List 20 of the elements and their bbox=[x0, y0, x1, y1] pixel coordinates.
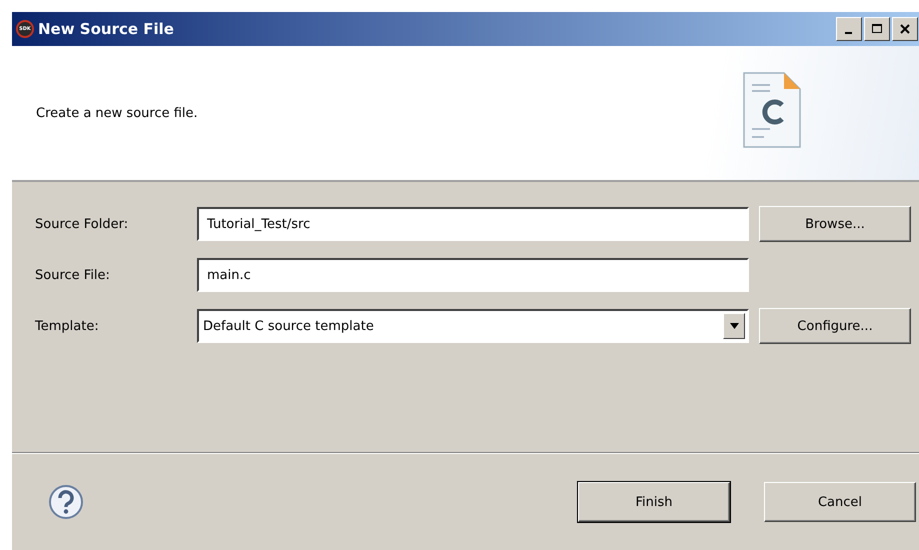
dialog-button[interactable]: Finish bbox=[578, 482, 730, 522]
input-field[interactable]: main.c bbox=[197, 258, 749, 292]
header-message: Create a new source file. bbox=[36, 106, 199, 120]
close-icon[interactable] bbox=[899, 23, 911, 35]
input-field[interactable]: Tutorial_Test/src bbox=[197, 207, 749, 241]
close-button[interactable] bbox=[892, 17, 918, 41]
maximize-button[interactable] bbox=[864, 17, 890, 41]
window-title: New Source File bbox=[38, 20, 175, 38]
help-icon[interactable] bbox=[48, 484, 84, 520]
field-button[interactable]: Configure... bbox=[759, 308, 911, 344]
minimize-button[interactable] bbox=[836, 17, 862, 41]
dropdown-arrow-icon[interactable] bbox=[730, 323, 738, 329]
field-label: Template: bbox=[35, 318, 100, 334]
maximize-icon[interactable] bbox=[871, 23, 883, 35]
field-label: Source Folder: bbox=[35, 216, 130, 232]
field-button[interactable]: Browse... bbox=[759, 206, 911, 242]
field-label: Source File: bbox=[35, 268, 111, 282]
template-dropdown[interactable]: Default C source template bbox=[197, 309, 749, 343]
c-file-icon bbox=[742, 71, 802, 149]
dialog-button[interactable]: Cancel bbox=[764, 482, 916, 522]
